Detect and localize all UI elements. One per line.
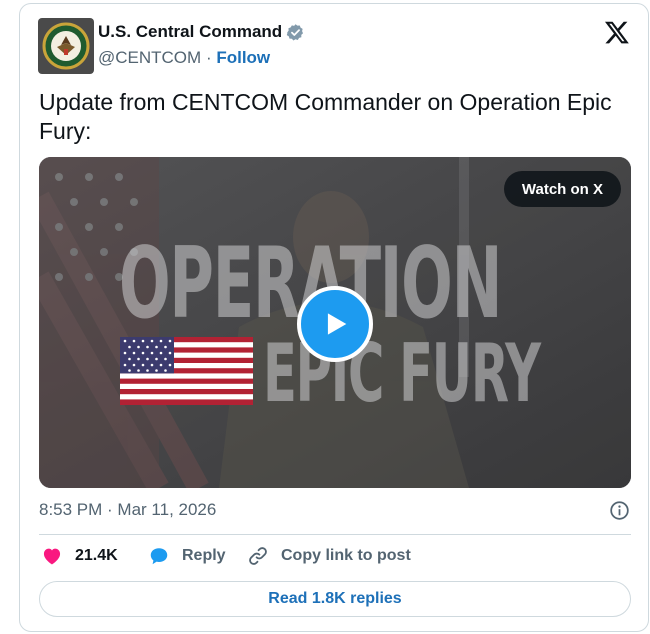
video-player[interactable]: OPERATION EPIC FURY Watch on X <box>39 157 631 488</box>
copy-link-button[interactable]: Copy link to post <box>247 543 411 569</box>
read-replies-button[interactable]: Read 1.8K replies <box>39 581 631 617</box>
watch-on-x-button[interactable]: Watch on X <box>503 171 621 207</box>
actions-divider <box>39 534 631 535</box>
info-icon[interactable] <box>609 500 630 521</box>
post-timestamp[interactable]: 8:53 PM · Mar 11, 2026 <box>39 500 216 520</box>
embedded-post-card: U.S. Central Command @CENTCOM · Follow U… <box>19 3 649 632</box>
like-count: 21.4K <box>75 547 118 564</box>
like-button[interactable]: 21.4K <box>41 543 118 569</box>
heart-icon <box>43 548 61 565</box>
centcom-seal-icon <box>42 22 90 70</box>
author-handle[interactable]: @CENTCOM <box>98 48 201 67</box>
author-avatar[interactable] <box>38 18 94 74</box>
verified-badge-icon <box>286 23 304 40</box>
author-name-text: U.S. Central Command <box>98 22 283 41</box>
us-flag-graphic <box>120 337 253 405</box>
follow-button[interactable]: Follow <box>216 48 270 67</box>
copy-link-label: Copy link to post <box>281 547 411 564</box>
reply-button[interactable]: Reply <box>148 543 226 569</box>
reply-bubble-icon <box>150 548 168 565</box>
author-name[interactable]: U.S. Central Command <box>98 22 305 42</box>
handle-separator: · <box>205 48 217 67</box>
play-icon <box>327 313 347 335</box>
author-handle-line: @CENTCOM · Follow <box>98 48 270 68</box>
post-text: Update from CENTCOM Commander on Operati… <box>39 89 612 144</box>
x-logo-icon[interactable] <box>604 19 630 45</box>
reply-label: Reply <box>182 547 226 564</box>
play-button[interactable] <box>297 286 373 362</box>
link-icon <box>249 547 267 565</box>
